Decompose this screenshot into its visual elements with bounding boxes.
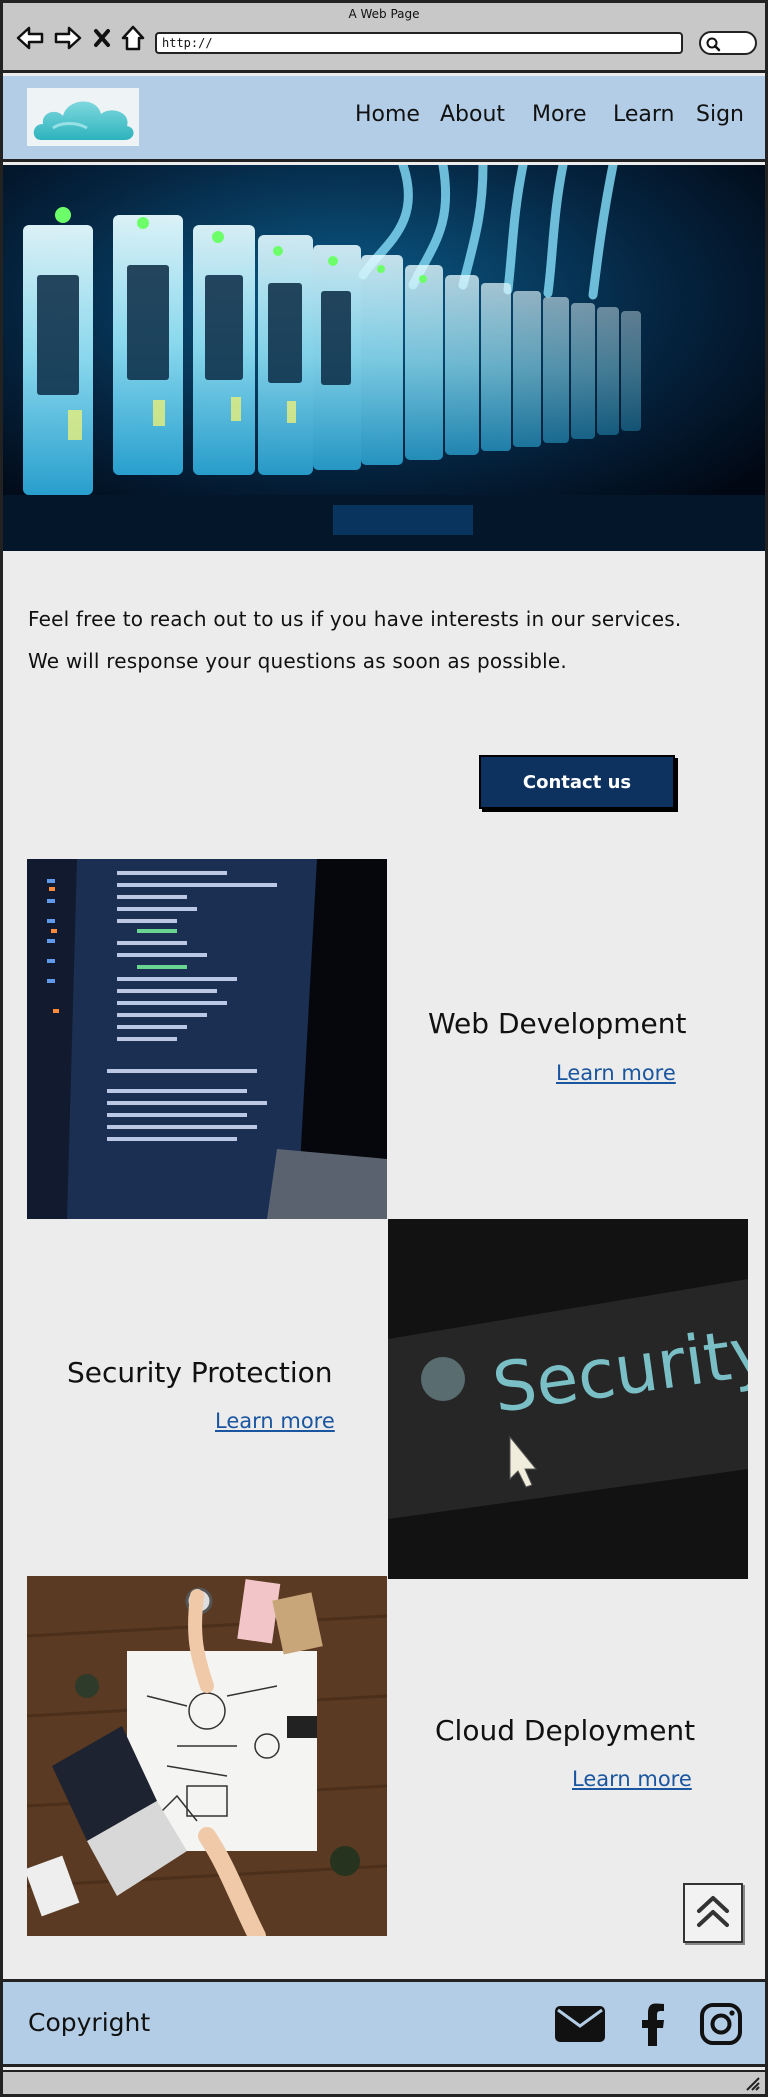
site-header: Home About More Learn Sign	[3, 76, 765, 162]
scroll-to-top-button[interactable]	[683, 1883, 743, 1943]
nav-about[interactable]: About	[440, 102, 505, 127]
contact-us-button[interactable]: Contact us	[479, 755, 675, 809]
home-icon[interactable]	[119, 23, 147, 53]
mail-icon[interactable]	[554, 2004, 606, 2048]
site-footer: Copyright	[3, 1979, 765, 2067]
forward-arrow-icon[interactable]	[53, 23, 83, 53]
resize-grip-icon[interactable]	[743, 2074, 761, 2092]
instagram-icon[interactable]	[699, 2002, 743, 2050]
search-icon	[706, 37, 721, 52]
nav-more[interactable]: More	[532, 102, 587, 127]
intro-line-1: Feel free to reach out to us if you have…	[28, 607, 682, 631]
browser-window: A Web Page http:// Home About More Learn…	[0, 0, 768, 2097]
browser-status-bar	[3, 2070, 765, 2094]
nav-home[interactable]: Home	[355, 102, 420, 127]
copyright-text: Copyright	[28, 2008, 151, 2037]
web-development-learn-more-link[interactable]: Learn more	[556, 1061, 676, 1085]
facebook-icon[interactable]	[631, 2002, 675, 2050]
security-protection-title: Security Protection	[67, 1356, 333, 1389]
cloud-icon	[33, 101, 134, 140]
window-title: A Web Page	[348, 7, 420, 21]
web-development-image	[27, 859, 387, 1219]
web-development-title: Web Development	[428, 1007, 687, 1040]
close-x-icon[interactable]	[91, 23, 113, 53]
cloud-deployment-learn-more-link[interactable]: Learn more	[572, 1767, 692, 1791]
hero-image	[3, 165, 765, 551]
nav-learn[interactable]: Learn	[613, 102, 675, 127]
address-bar[interactable]: http://	[155, 32, 683, 54]
double-chevron-up-icon	[697, 1896, 729, 1927]
nav-sign[interactable]: Sign	[696, 102, 744, 127]
browser-toolbar: A Web Page http://	[3, 3, 765, 73]
security-protection-image: Security	[388, 1219, 748, 1579]
back-arrow-icon[interactable]	[15, 23, 45, 53]
cloud-deployment-image	[27, 1576, 387, 1936]
cloud-deployment-title: Cloud Deployment	[435, 1714, 696, 1747]
browser-search-box[interactable]	[699, 31, 757, 55]
site-logo[interactable]	[27, 88, 139, 146]
intro-line-2: We will response your questions as soon …	[28, 649, 567, 673]
security-protection-learn-more-link[interactable]: Learn more	[215, 1409, 335, 1433]
